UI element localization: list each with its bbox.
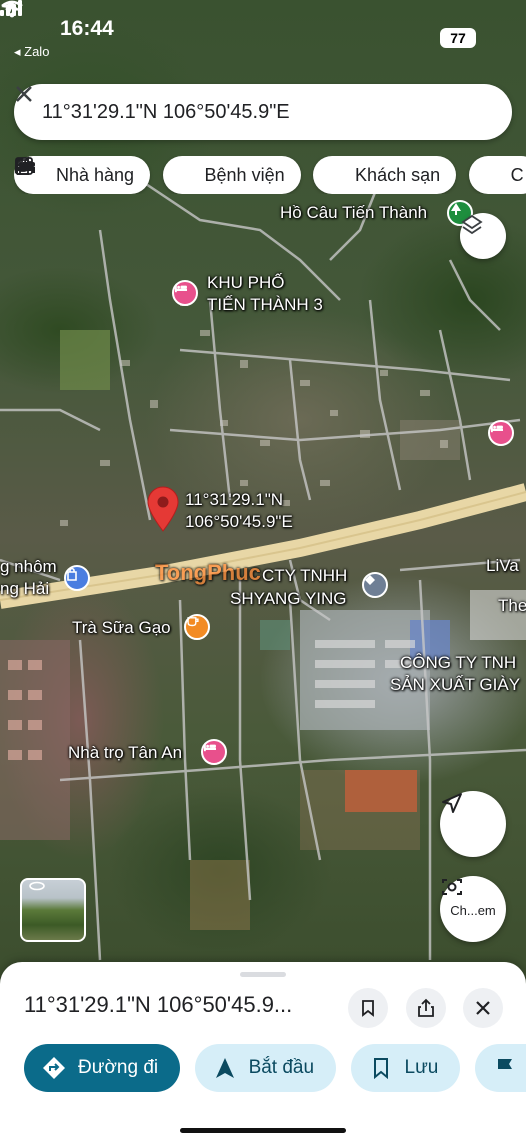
directions-button[interactable]: Đường đi: [24, 1044, 181, 1092]
map-label-khu-pho[interactable]: KHU PHỐ: [207, 273, 284, 293]
map-label-tien-thanh[interactable]: TIẾN THÀNH 3: [207, 295, 323, 315]
action-buttons: Đường đi Bắt đầu Lưu T: [24, 1044, 526, 1092]
status-bar: 16:44 ◂ Zalo 77: [0, 0, 526, 60]
directions-icon: [42, 1056, 66, 1080]
chip-coffee[interactable]: C: [16, 156, 526, 194]
place-title: 11°31'29.1"N 106°50'45.9...: [24, 992, 293, 1017]
bookmark-icon: [369, 1056, 393, 1080]
shop-poi-icon[interactable]: [64, 565, 90, 591]
map-label-tra-sua[interactable]: Trà Sữa Gạo: [72, 618, 171, 638]
chip-label: C: [510, 164, 524, 185]
drag-handle[interactable]: [240, 972, 286, 977]
hospital-icon: [15, 157, 197, 186]
map-label-liva[interactable]: LiVa: [486, 556, 519, 576]
chip-label: Bệnh viện: [204, 164, 285, 185]
chip-label: Nhà hàng: [56, 164, 135, 185]
battery-indicator: 77: [440, 28, 476, 48]
layers-button[interactable]: [460, 213, 506, 259]
bed-icon: [15, 160, 347, 186]
save-label: Lưu: [404, 1057, 439, 1078]
search-query[interactable]: 11°31'29.1"N 106°50'45.9"E: [42, 101, 466, 124]
rotate-360-icon: [29, 881, 45, 891]
street-view-label: Ch...em: [450, 902, 496, 918]
map-label-nhom[interactable]: g nhôm: [0, 557, 57, 577]
chip-hotels[interactable]: Khách sạn: [15, 156, 457, 194]
map-label-nha-tro[interactable]: Nhà trọ Tân An: [68, 743, 182, 763]
map-label-cong-ty[interactable]: CÔNG TY TNH: [400, 653, 516, 673]
map-label-san-xuat-giay[interactable]: SẢN XUẤT GIÀY: [390, 675, 520, 695]
map-label-the[interactable]: The: [498, 596, 526, 616]
pin-coord-lat: 11°31'29.1"N: [185, 490, 283, 509]
chip-label: Khách sạn: [355, 164, 441, 185]
navigation-icon: [442, 793, 462, 813]
hotel-poi-icon[interactable]: [201, 739, 227, 765]
save-button[interactable]: Lưu: [350, 1044, 461, 1092]
street-photo-thumbnail[interactable]: [20, 878, 86, 942]
wifi-icon: [1, 0, 23, 18]
directions-label: Đường đi: [78, 1057, 159, 1078]
map-label-hai[interactable]: ng Hải: [0, 579, 49, 599]
my-location-button[interactable]: [440, 791, 506, 857]
share-button[interactable]: [406, 988, 446, 1028]
map-label-ho-cau[interactable]: Hồ Câu Tiến Thành: [280, 203, 427, 223]
chip-hospitals[interactable]: Bệnh viện: [15, 156, 301, 194]
pin-coord-lng: 106°50'45.9"E: [185, 512, 293, 531]
start-label: Bắt đầu: [248, 1057, 315, 1078]
street-view-button[interactable]: Ch...em: [440, 876, 506, 942]
flag-icon: [493, 1056, 517, 1080]
navigation-arrow-icon: [213, 1056, 237, 1080]
layers-icon: [461, 214, 483, 235]
share-icon: [418, 998, 434, 1017]
status-time: 16:44: [60, 17, 114, 40]
hotel-poi-icon[interactable]: [488, 420, 514, 446]
map-label-shyang-ying[interactable]: SHYANG YING: [230, 589, 347, 609]
location-pin-icon[interactable]: [146, 486, 180, 532]
save-icon-button[interactable]: [348, 988, 388, 1028]
close-icon: [476, 1001, 490, 1015]
close-icon[interactable]: [16, 86, 494, 126]
coffee-icon: [16, 159, 503, 186]
start-button[interactable]: Bắt đầu: [194, 1044, 337, 1092]
search-bar[interactable]: 11°31'29.1"N 106°50'45.9"E: [14, 84, 512, 140]
camera-icon: [442, 879, 462, 895]
factory-poi-icon[interactable]: [362, 572, 388, 598]
place-bottom-sheet[interactable]: 11°31'29.1"N 106°50'45.9... Đường đi Bắt…: [0, 962, 526, 1142]
category-chips: Nhà hàng Bệnh viện Khách sạn C: [14, 156, 526, 194]
hotel-poi-icon[interactable]: [172, 280, 198, 306]
back-to-app-link[interactable]: ◂ Zalo: [14, 44, 49, 60]
map-label-cty-tnhh[interactable]: CTY TNHH: [262, 566, 347, 586]
cafe-poi-icon[interactable]: [184, 614, 210, 640]
bookmark-icon: [362, 1000, 374, 1017]
watermark-text: TongPhuc: [155, 560, 261, 585]
label-button[interactable]: T: [474, 1044, 526, 1092]
satellite-map[interactable]: 16:44 ◂ Zalo 77 11°31'29.1"N 106°50'45.9…: [0, 0, 526, 975]
home-indicator: [180, 1128, 346, 1133]
close-sheet-button[interactable]: [463, 988, 503, 1028]
